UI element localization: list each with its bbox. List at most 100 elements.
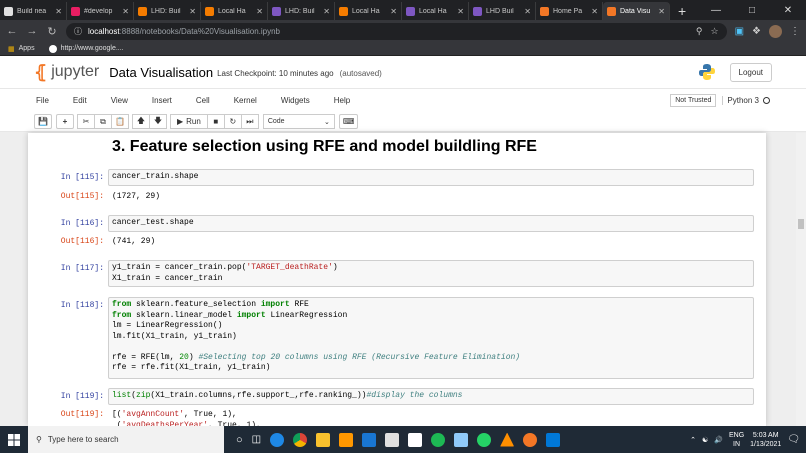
tab-close-icon[interactable]: ✕: [55, 7, 62, 16]
jupyter-app-icon[interactable]: [523, 432, 538, 447]
code-line: list(zip(X1_train.columns,rfe.support_,r…: [112, 391, 463, 400]
move-up-icon[interactable]: 🡅: [132, 114, 150, 129]
insert-cell-icon[interactable]: +: [56, 114, 74, 129]
info-icon[interactable]: ⓘ: [74, 26, 82, 37]
forward-icon[interactable]: →: [26, 25, 38, 37]
puzzle-icon[interactable]: ❖: [752, 26, 761, 37]
browser-tab[interactable]: Build nea ✕: [0, 2, 67, 20]
menu-view[interactable]: View: [111, 96, 128, 105]
cut-icon[interactable]: ✂: [77, 114, 95, 129]
paste-icon[interactable]: 📋: [111, 114, 129, 129]
notebook-name[interactable]: Data Visualisation: [109, 65, 213, 80]
code-cell[interactable]: from sklearn.feature_selection import RF…: [108, 297, 754, 379]
tab-close-icon[interactable]: ✕: [457, 7, 464, 16]
tab-close-icon[interactable]: ✕: [591, 7, 598, 16]
cortana-icon[interactable]: ○: [236, 434, 243, 446]
keyboard-icon[interactable]: ⌨: [338, 114, 359, 129]
tab-close-icon[interactable]: ✕: [189, 7, 196, 16]
notepad-icon[interactable]: [454, 432, 469, 447]
mail-icon[interactable]: [408, 432, 423, 447]
vscode-icon[interactable]: [362, 432, 377, 447]
tab-favicon-icon: [71, 6, 80, 16]
reload-icon[interactable]: ↻: [46, 25, 58, 38]
tab-close-icon[interactable]: ✕: [658, 7, 665, 16]
url-input[interactable]: ⓘ localhost:8888/notebooks/Data%20Visual…: [66, 22, 727, 40]
menu-file[interactable]: File: [36, 96, 49, 105]
tab-close-icon[interactable]: ✕: [122, 7, 129, 16]
restart-icon[interactable]: ↻: [223, 114, 242, 129]
tab-close-icon[interactable]: ✕: [323, 7, 330, 16]
tab-favicon-icon: [205, 6, 214, 16]
chrome-icon[interactable]: [293, 432, 308, 447]
tab-close-icon[interactable]: ✕: [256, 7, 263, 16]
extensions: ▣ ❖ ⋮: [735, 24, 800, 38]
code-cell[interactable]: list(zip(X1_train.columns,rfe.support_,r…: [108, 388, 754, 405]
stop-icon[interactable]: ■: [206, 114, 225, 129]
profile-avatar[interactable]: [769, 24, 782, 38]
notification-icon[interactable]: 🗨: [787, 434, 800, 445]
menu-widgets[interactable]: Widgets: [281, 96, 310, 105]
browser-tab[interactable]: Home Pa ✕: [536, 2, 603, 20]
bookmark-google[interactable]: http://www.google....: [48, 44, 124, 53]
code-cell[interactable]: cancer_test.shape: [108, 215, 754, 232]
move-group: 🡅 🡇: [132, 114, 167, 129]
trust-status-button[interactable]: Not Trusted: [670, 94, 717, 107]
vlc-icon[interactable]: [500, 432, 515, 447]
browser-tab[interactable]: Local Ha ✕: [335, 2, 402, 20]
browser-tab[interactable]: LHD: Buil ✕: [268, 2, 335, 20]
save-icon[interactable]: 💾: [34, 114, 52, 129]
minimize-icon[interactable]: —: [698, 5, 734, 16]
volume-icon[interactable]: 🔊: [714, 436, 723, 444]
jupyter-logo[interactable]: ⦃ jupyter: [34, 62, 99, 83]
browser-tab[interactable]: Local Ha ✕: [402, 2, 469, 20]
copy-icon[interactable]: ⧉: [94, 114, 112, 129]
back-icon[interactable]: ←: [6, 25, 18, 37]
move-down-icon[interactable]: 🡇: [149, 114, 167, 129]
task-view-icon[interactable]: ◫: [252, 434, 261, 445]
new-tab-button[interactable]: +: [670, 2, 694, 20]
restart-run-all-icon[interactable]: ⏭: [240, 114, 259, 129]
menu-help[interactable]: Help: [334, 96, 350, 105]
file-explorer-icon[interactable]: [316, 432, 331, 447]
language-indicator[interactable]: ENG IN: [729, 431, 744, 449]
page-scrollbar[interactable]: [796, 133, 806, 426]
tab-close-icon[interactable]: ✕: [524, 7, 531, 16]
browser-tab[interactable]: Local Ha ✕: [201, 2, 268, 20]
tab-close-icon[interactable]: ✕: [390, 7, 397, 16]
bookmark-apps[interactable]: ▦ Apps: [8, 45, 35, 53]
run-button[interactable]: ▶ Run: [170, 114, 208, 129]
tray-chevron-icon[interactable]: ⌃: [690, 436, 696, 444]
cell-type-select[interactable]: Code ⌄: [262, 114, 335, 129]
tab-favicon-icon: [272, 6, 281, 16]
zoom-icon[interactable]: ⚲: [696, 26, 703, 37]
browser-tab[interactable]: LHD: Buil ✕: [134, 2, 201, 20]
clock[interactable]: 5:03 AM 1/13/2021: [750, 431, 781, 449]
whatsapp-icon[interactable]: [477, 432, 492, 447]
logout-button[interactable]: Logout: [729, 62, 772, 82]
taskbar-search-input[interactable]: ⚲ Type here to search: [28, 426, 224, 453]
browser-tab[interactable]: LHD Buil ✕: [469, 2, 536, 20]
network-icon[interactable]: ☯: [702, 436, 708, 444]
scrollbar-thumb[interactable]: [798, 219, 804, 229]
menu-kernel[interactable]: Kernel: [234, 96, 257, 105]
photos-icon[interactable]: [546, 432, 561, 447]
star-icon[interactable]: ☆: [711, 26, 719, 37]
extension-icon[interactable]: ▣: [735, 26, 744, 37]
maximize-icon[interactable]: □: [734, 5, 770, 16]
code-cell[interactable]: cancer_train.shape: [108, 169, 754, 186]
jupyter-header: ⦃ jupyter Data Visualisation Last Checkp…: [0, 56, 806, 88]
spotify-icon[interactable]: [431, 432, 446, 447]
windows-start-icon[interactable]: [0, 433, 28, 446]
browser-tab[interactable]: Data Visu ✕: [603, 2, 670, 20]
store-icon[interactable]: [385, 432, 400, 447]
close-window-icon[interactable]: ✕: [770, 5, 806, 16]
code-cell[interactable]: y1_train = cancer_train.pop('TARGET_deat…: [108, 260, 754, 287]
menu-insert[interactable]: Insert: [152, 96, 172, 105]
menu-cell[interactable]: Cell: [196, 96, 210, 105]
more-menu-icon[interactable]: ⋮: [790, 26, 800, 37]
sublime-icon[interactable]: [339, 432, 354, 447]
browser-tab[interactable]: #develop ✕: [67, 2, 134, 20]
tab-favicon-icon: [473, 6, 482, 16]
edge-icon[interactable]: [270, 432, 285, 447]
menu-edit[interactable]: Edit: [73, 96, 87, 105]
